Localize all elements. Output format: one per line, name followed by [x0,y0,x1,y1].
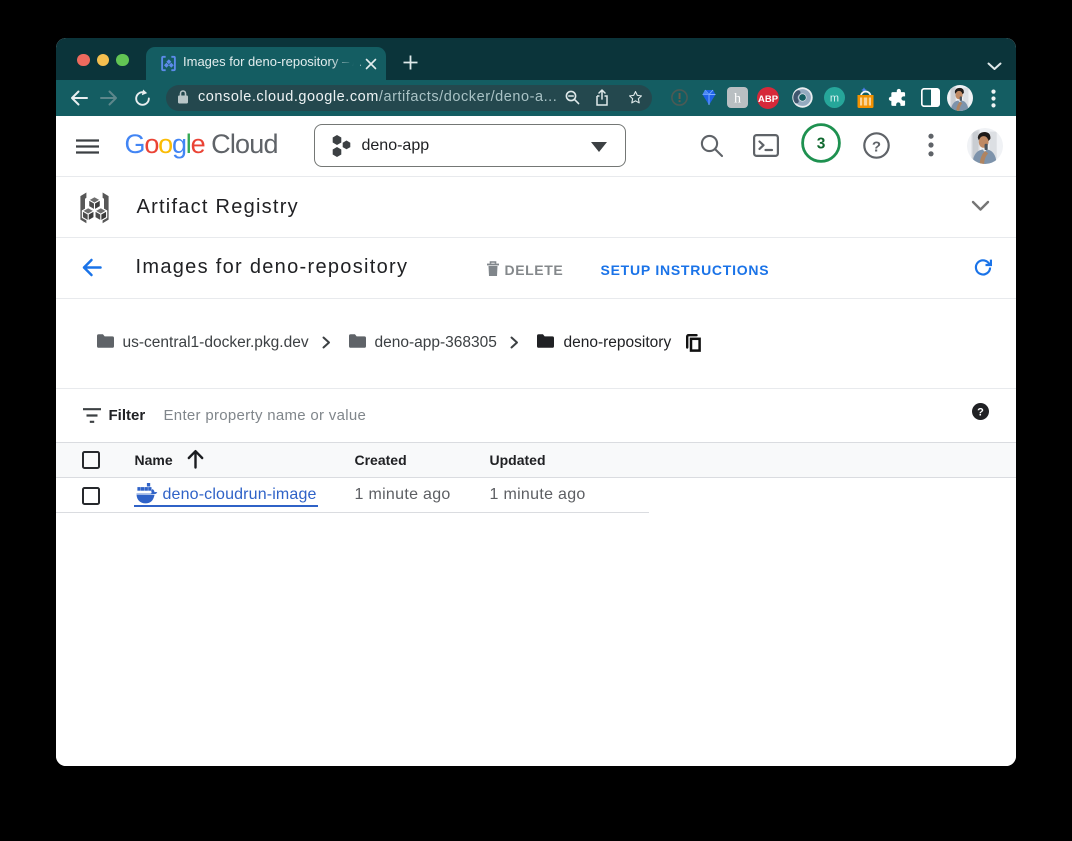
svg-text:m: m [829,92,838,104]
svg-text:?: ? [977,406,984,418]
svg-text:h: h [734,91,741,106]
svg-text:3: 3 [817,136,826,153]
svg-text:?: ? [871,138,880,155]
svg-text:ABP: ABP [757,93,778,104]
